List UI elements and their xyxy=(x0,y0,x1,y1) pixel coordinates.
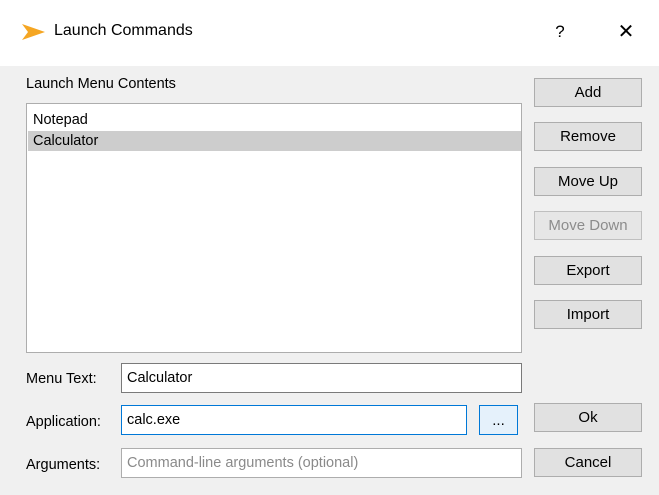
help-button[interactable]: ? xyxy=(540,14,580,50)
close-button[interactable]: ✕ xyxy=(604,14,648,50)
move-down-button[interactable]: Move Down xyxy=(534,211,642,240)
move-up-button[interactable]: Move Up xyxy=(534,167,642,196)
remove-button[interactable]: Remove xyxy=(534,122,642,151)
ok-button[interactable]: Ok xyxy=(534,403,642,432)
title-bar: Launch Commands ? ✕ xyxy=(0,0,659,66)
cancel-button[interactable]: Cancel xyxy=(534,448,642,477)
menu-text-label: Menu Text: xyxy=(26,371,97,387)
arguments-field[interactable]: Command-line arguments (optional) xyxy=(121,448,522,478)
application-field[interactable]: calc.exe xyxy=(121,405,467,435)
application-label: Application: xyxy=(26,414,101,430)
list-item-calculator[interactable]: Calculator xyxy=(28,131,521,151)
window-title: Launch Commands xyxy=(54,22,193,39)
arguments-label: Arguments: xyxy=(26,457,101,473)
add-button[interactable]: Add xyxy=(534,78,642,107)
list-heading: Launch Menu Contents xyxy=(26,76,176,92)
export-button[interactable]: Export xyxy=(534,256,642,285)
browse-button[interactable]: ... xyxy=(479,405,518,435)
list-item-notepad[interactable]: Notepad xyxy=(33,110,517,130)
menu-text-field[interactable]: Calculator xyxy=(121,363,522,393)
launch-menu-list[interactable]: Notepad Calculator xyxy=(26,103,522,353)
import-button[interactable]: Import xyxy=(534,300,642,329)
launch-arrow-icon xyxy=(22,24,45,40)
